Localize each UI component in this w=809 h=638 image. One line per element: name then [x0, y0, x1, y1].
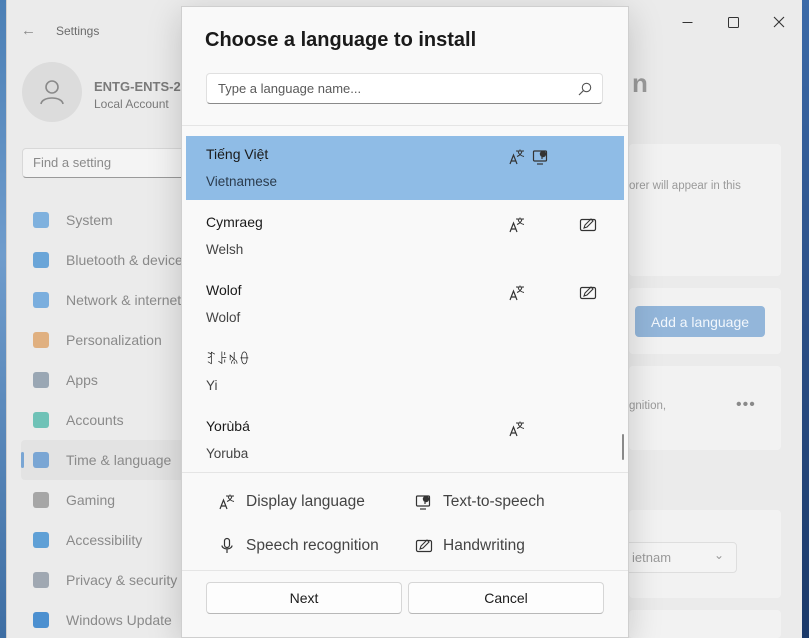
text-to-speech-icon [532, 150, 548, 165]
sidebar-item-network-internet[interactable]: Network & internet [21, 280, 191, 320]
minimize-icon[interactable] [664, 0, 710, 44]
legend-display-language: Display language [218, 493, 365, 511]
language-english-name: Yi [206, 378, 218, 393]
language-native-name: Tiếng Việt [206, 146, 269, 162]
accessibility-icon [33, 532, 49, 548]
sidebar-item-label: Windows Update [66, 612, 172, 628]
language-list-item[interactable]: Cymraeg Welsh [186, 204, 624, 268]
sidebar-item-label: Accounts [66, 412, 124, 428]
legend-handwriting: Handwriting [415, 537, 525, 555]
find-setting-input[interactable]: Find a setting [22, 148, 192, 178]
language-english-name: Yoruba [206, 446, 249, 461]
account-type: Local Account [94, 97, 169, 111]
sidebar-item-label: Time & language [66, 452, 172, 468]
settings-card: orer will appear in this [629, 144, 781, 276]
language-list-item[interactable]: Tiếng Việt Vietnamese [186, 136, 624, 200]
sidebar-item-time-language[interactable]: Time & language [21, 440, 191, 480]
monitor-icon [33, 212, 49, 228]
display-language-icon [509, 421, 525, 437]
shield-icon [33, 572, 49, 588]
person-icon [33, 412, 49, 428]
sidebar-item-label: Apps [66, 372, 98, 388]
sidebar-item-gaming[interactable]: Gaming [21, 480, 191, 520]
cancel-button[interactable]: Cancel [408, 582, 604, 614]
sidebar-item-accounts[interactable]: Accounts [21, 400, 191, 440]
sidebar-item-personalization[interactable]: Personalization [21, 320, 191, 360]
text-to-speech-icon [415, 495, 431, 510]
sidebar-item-label: Privacy & security [66, 572, 178, 588]
sidebar-item-system[interactable]: System [21, 200, 191, 240]
display-language-icon [509, 217, 525, 233]
user-name: ENTG-ENTS-2 [94, 79, 181, 94]
microphone-icon [221, 537, 233, 553]
sidebar-item-apps[interactable]: Apps [21, 360, 191, 400]
region-dropdown[interactable]: ietnam ⌄ [621, 542, 737, 573]
add-language-button[interactable]: Add a language [635, 306, 765, 337]
card-text: gnition, [629, 400, 667, 412]
person-icon [40, 80, 64, 105]
settings-card [629, 610, 781, 638]
sidebar-item-windows-update[interactable]: Windows Update [21, 600, 191, 638]
language-list[interactable]: Yorùbá Yoruba ꆈꌠꁱꂷ Yi Wolof Wolof Cymraeg Welsh… [182, 125, 628, 473]
sidebar-item-label: Accessibility [66, 532, 143, 548]
display-language-icon [219, 494, 235, 510]
choose-language-dialog: Choose a language to install Yorùbá Yorub… [181, 6, 629, 638]
language-search-input[interactable] [207, 74, 567, 103]
language-list-item[interactable]: Yorùbá Yoruba [186, 408, 624, 472]
wifi-icon [33, 292, 49, 308]
sidebar-item-label: Gaming [66, 492, 116, 508]
language-list-item[interactable]: ꆈꌠꁱꂷ Yi [186, 340, 624, 404]
maximize-icon[interactable] [710, 0, 756, 44]
sidebar-item-label: System [66, 212, 113, 228]
legend-speech-recognition: Speech recognition [218, 537, 379, 555]
language-list-item[interactable]: Wolof Wolof [186, 272, 624, 336]
update-icon [33, 612, 49, 628]
language-search-box [206, 73, 603, 104]
card-text: orer will appear in this [629, 180, 741, 192]
language-native-name: ꆈꌠꁱꂷ [206, 351, 250, 367]
handwriting-icon [415, 539, 433, 553]
sidebar-item-label: Personalization [66, 332, 162, 348]
handwriting-icon [579, 218, 597, 232]
close-icon[interactable] [756, 0, 802, 44]
sidebar-item-accessibility[interactable]: Accessibility [21, 520, 191, 560]
language-english-name: Vietnamese [206, 174, 278, 189]
language-english-name: Wolof [206, 310, 241, 325]
brush-icon [33, 332, 49, 348]
more-options-icon[interactable]: ••• [736, 396, 756, 414]
sidebar-item-privacy-security[interactable]: Privacy & security [21, 560, 191, 600]
next-button[interactable]: Next [206, 582, 402, 614]
language-card: gnition, [629, 366, 781, 450]
sidebar-item-label: Bluetooth & devices [66, 252, 190, 268]
window-controls [664, 0, 802, 44]
desktop-wallpaper-right [802, 0, 809, 638]
search-icon[interactable] [578, 82, 592, 96]
globe-clock-icon [33, 452, 49, 468]
display-language-icon [509, 149, 525, 165]
dialog-title: Choose a language to install [205, 29, 477, 51]
language-native-name: Yorùbá [206, 418, 250, 434]
region-value: ietnam [632, 550, 672, 565]
gamepad-icon [33, 492, 49, 508]
page-title-fragment: n [632, 68, 648, 98]
apps-icon [33, 372, 49, 388]
display-language-icon [509, 285, 525, 301]
avatar[interactable] [22, 62, 82, 122]
sidebar-item-bluetooth-devices[interactable]: Bluetooth & devices [21, 240, 191, 280]
app-title: Settings [56, 24, 100, 38]
language-native-name: Wolof [206, 282, 242, 298]
settings-nav: System Bluetooth & devices Network & inter… [21, 200, 191, 638]
handwriting-icon [579, 286, 597, 300]
sidebar-item-label: Network & internet [66, 292, 182, 308]
legend-text-to-speech: Text-to-speech [415, 493, 545, 511]
scrollbar[interactable] [622, 434, 624, 460]
bluetooth-icon [33, 252, 49, 268]
chevron-down-icon: ⌄ [713, 548, 724, 562]
back-arrow-icon[interactable]: ← [21, 22, 36, 39]
feature-legend: Display language Text-to-speech Speech r… [182, 473, 628, 571]
language-native-name: Cymraeg [206, 214, 263, 230]
language-english-name: Welsh [206, 242, 244, 257]
